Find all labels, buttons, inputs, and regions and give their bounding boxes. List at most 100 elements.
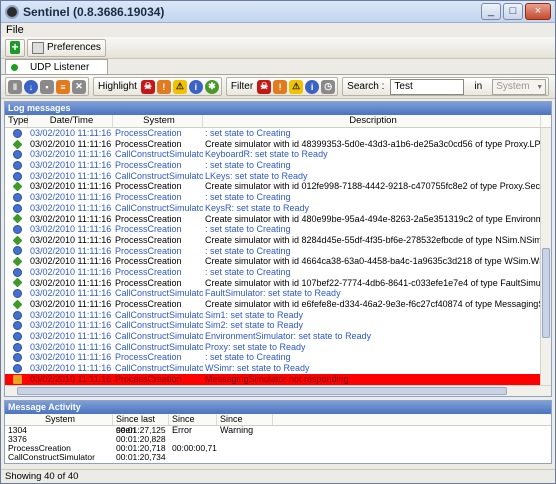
log-description-cell: Create simulator with id e6fefe8e-d334-4… bbox=[205, 299, 541, 309]
highlight-info-icon[interactable]: i bbox=[188, 79, 203, 94]
search-field-select[interactable]: System bbox=[492, 78, 547, 95]
act-col-system[interactable]: System bbox=[5, 414, 113, 425]
log-row[interactable]: 03/02/2010 11:11:16 ProcessCreation Create… bbox=[5, 214, 551, 225]
plus-icon: + bbox=[10, 40, 20, 54]
activity-row[interactable]: 1304 00:01:27,125 bbox=[5, 426, 551, 435]
log-datetime-cell: 03/02/2010 11:11:16 bbox=[30, 202, 112, 213]
log-row[interactable]: 03/02/2010 11:11:16 ProcessCreation: set … bbox=[5, 160, 551, 171]
log-description-cell: : set state to Creating bbox=[205, 224, 291, 235]
log-vertical-scrollbar[interactable] bbox=[540, 128, 551, 385]
log-description-cell: Sim1: set state to Ready bbox=[205, 309, 304, 320]
log-row[interactable]: 03/02/2010 11:11:16 ProcessCreation Create… bbox=[5, 235, 551, 246]
activity-column-headers: System Since last seen Since Error Since… bbox=[5, 414, 551, 435]
log-system-cell: ProcessCreation bbox=[115, 128, 182, 138]
log-row[interactable]: 03/02/2010 11:11:16 CallConstructSimulato… bbox=[5, 320, 551, 331]
log-row[interactable]: 03/02/2010 11:11:16 CallConstructSimulato… bbox=[5, 288, 551, 299]
log-description-cell: : set state to Creating bbox=[205, 245, 291, 256]
pause-icon[interactable]: ‖ bbox=[8, 79, 22, 94]
preferences-label: Preferences bbox=[47, 42, 101, 53]
log-description-cell: MessagingSimulator not responding bbox=[205, 373, 349, 384]
act-col-warning[interactable]: Since Warning bbox=[217, 414, 273, 435]
log-row[interactable]: 03/02/2010 11:11:16 CallConstructSimulato… bbox=[5, 310, 551, 321]
log-row[interactable]: 03/02/2010 11:11:16 ProcessCreation Messag… bbox=[5, 373, 551, 385]
critical-icon bbox=[13, 374, 22, 384]
log-row[interactable]: 03/02/2010 11:11:16 ProcessCreation: set … bbox=[5, 128, 551, 139]
highlight-warning-icon[interactable]: ⚠ bbox=[172, 79, 187, 94]
in-label: in bbox=[474, 81, 483, 92]
title-bar[interactable]: Sentinel (0.8.3686.19034) _ □ × bbox=[1, 1, 555, 23]
col-type[interactable]: Type bbox=[5, 115, 29, 127]
log-row[interactable]: 03/02/2010 11:11:16 CallConstructSimulato… bbox=[5, 331, 551, 342]
info-icon bbox=[13, 171, 22, 181]
scroll-icon[interactable]: ↓ bbox=[24, 79, 38, 94]
log-row[interactable]: 03/02/2010 11:11:16 ProcessCreation : set … bbox=[5, 224, 551, 235]
log-row[interactable]: 03/02/2010 11:11:16 ProcessCreation Create… bbox=[5, 299, 551, 310]
clear-icon[interactable]: ✕ bbox=[72, 79, 86, 94]
act-last-seen-cell: 00:01:20,828 bbox=[116, 435, 166, 444]
log-row[interactable]: 03/02/2010 11:11:16 CallConstructSimulato… bbox=[5, 363, 551, 374]
activity-row[interactable]: 3376 00:01:20,828 bbox=[5, 435, 551, 444]
add-listener-button[interactable]: + bbox=[5, 38, 25, 57]
save-icon[interactable]: ▪ bbox=[40, 79, 54, 94]
log-row[interactable]: 03/02/2010 11:11:16 ProcessCreation: set … bbox=[5, 192, 551, 203]
log-datetime-cell: 03/02/2010 11:11:16 bbox=[30, 266, 112, 277]
info-icon bbox=[13, 331, 22, 341]
log-column-headers: Type Date/Time System Description bbox=[5, 115, 551, 128]
col-datetime[interactable]: Date/Time bbox=[28, 115, 113, 127]
log-row[interactable]: 03/02/2010 11:11:16 ProcessCreation: set … bbox=[5, 267, 551, 278]
filter-warning-icon[interactable]: ⚠ bbox=[289, 79, 304, 94]
highlight-error-icon[interactable]: ! bbox=[156, 79, 171, 94]
search-input[interactable]: Test bbox=[390, 78, 465, 95]
activity-row[interactable]: ProcessCreation 00:01:20,718 00:00:00,718 bbox=[5, 444, 551, 453]
act-col-last-seen[interactable]: Since last seen bbox=[113, 414, 169, 435]
activity-row[interactable]: CallConstructSimulator 00:01:20,734 bbox=[5, 453, 551, 462]
filter-trace-icon[interactable]: ◷ bbox=[321, 79, 336, 94]
log-datetime-cell: 03/02/2010 11:11:16 bbox=[30, 224, 112, 235]
log-datetime-cell: 03/02/2010 11:11:16 bbox=[30, 373, 112, 384]
filter-group: Filter ☠ ! ⚠ i ◷ bbox=[225, 77, 339, 96]
view-icon[interactable]: ≡ bbox=[56, 79, 70, 94]
act-warning-cell bbox=[217, 453, 273, 462]
filter-error-icon[interactable]: ! bbox=[273, 79, 288, 94]
log-row[interactable]: 03/02/2010 11:11:16 ProcessCreation: set … bbox=[5, 352, 551, 363]
main-window: Sentinel (0.8.3686.19034) _ □ × File + P… bbox=[0, 0, 556, 484]
log-description-cell: KeysR: set state to Ready bbox=[205, 202, 310, 213]
log-system-cell: ProcessCreation bbox=[115, 224, 182, 235]
menu-file[interactable]: File bbox=[6, 24, 24, 36]
info-icon bbox=[13, 128, 22, 138]
log-scroll-thumb[interactable] bbox=[542, 248, 550, 338]
log-row[interactable]: 03/02/2010 11:11:16 ProcessCreation: set … bbox=[5, 246, 551, 257]
filter-toolbar: ‖ ↓ ▪ ≡ ✕ Highlight ☠ ! ⚠ i ✱ Filter ☠ !… bbox=[1, 75, 555, 99]
col-system[interactable]: System bbox=[113, 115, 203, 127]
filter-critical-icon[interactable]: ☠ bbox=[257, 79, 272, 94]
log-datetime-cell: 03/02/2010 11:11:16 bbox=[30, 138, 112, 149]
log-horizontal-scrollbar[interactable] bbox=[5, 385, 551, 396]
tab-udp-listener[interactable]: UDP Listener bbox=[5, 59, 109, 74]
log-datetime-cell: 03/02/2010 11:11:16 bbox=[30, 331, 112, 342]
log-row[interactable]: 03/02/2010 11:11:16 CallConstructSimulato… bbox=[5, 149, 551, 160]
close-button[interactable]: × bbox=[525, 3, 551, 20]
log-datetime-cell: 03/02/2010 11:11:16 bbox=[30, 341, 112, 352]
log-system-cell: ProcessCreation bbox=[115, 299, 182, 309]
highlight-debug-icon[interactable]: ✱ bbox=[204, 79, 219, 94]
minimize-button[interactable]: _ bbox=[481, 3, 501, 20]
col-description[interactable]: Description bbox=[203, 115, 541, 127]
log-row[interactable]: 03/02/2010 11:11:16 CallConstructSimulato… bbox=[5, 171, 551, 182]
log-row[interactable]: 03/02/2010 11:11:16 ProcessCreation Create… bbox=[5, 181, 551, 192]
status-text: Showing 40 of 40 bbox=[5, 471, 79, 482]
log-row[interactable]: 03/02/2010 11:11:16 ProcessCreation Create… bbox=[5, 139, 551, 150]
maximize-button[interactable]: □ bbox=[503, 3, 523, 20]
filter-label: Filter bbox=[230, 81, 254, 92]
filter-info-icon[interactable]: i bbox=[305, 79, 320, 94]
act-col-error[interactable]: Since Error bbox=[169, 414, 217, 435]
log-hscroll-thumb[interactable] bbox=[17, 387, 507, 395]
log-row[interactable]: 03/02/2010 11:11:16 ProcessCreation Create… bbox=[5, 256, 551, 267]
highlight-critical-icon[interactable]: ☠ bbox=[140, 79, 155, 94]
log-row[interactable]: 03/02/2010 11:11:16 ProcessCreation Create… bbox=[5, 278, 551, 289]
log-type-cell bbox=[5, 139, 28, 150]
log-type-cell bbox=[5, 310, 28, 321]
log-row[interactable]: 03/02/2010 11:11:16 CallConstructSimulato… bbox=[5, 342, 551, 353]
log-type-cell bbox=[5, 203, 28, 214]
preferences-button[interactable]: Preferences bbox=[27, 38, 106, 57]
log-row[interactable]: 03/02/2010 11:11:16 CallConstructSimulato… bbox=[5, 203, 551, 214]
